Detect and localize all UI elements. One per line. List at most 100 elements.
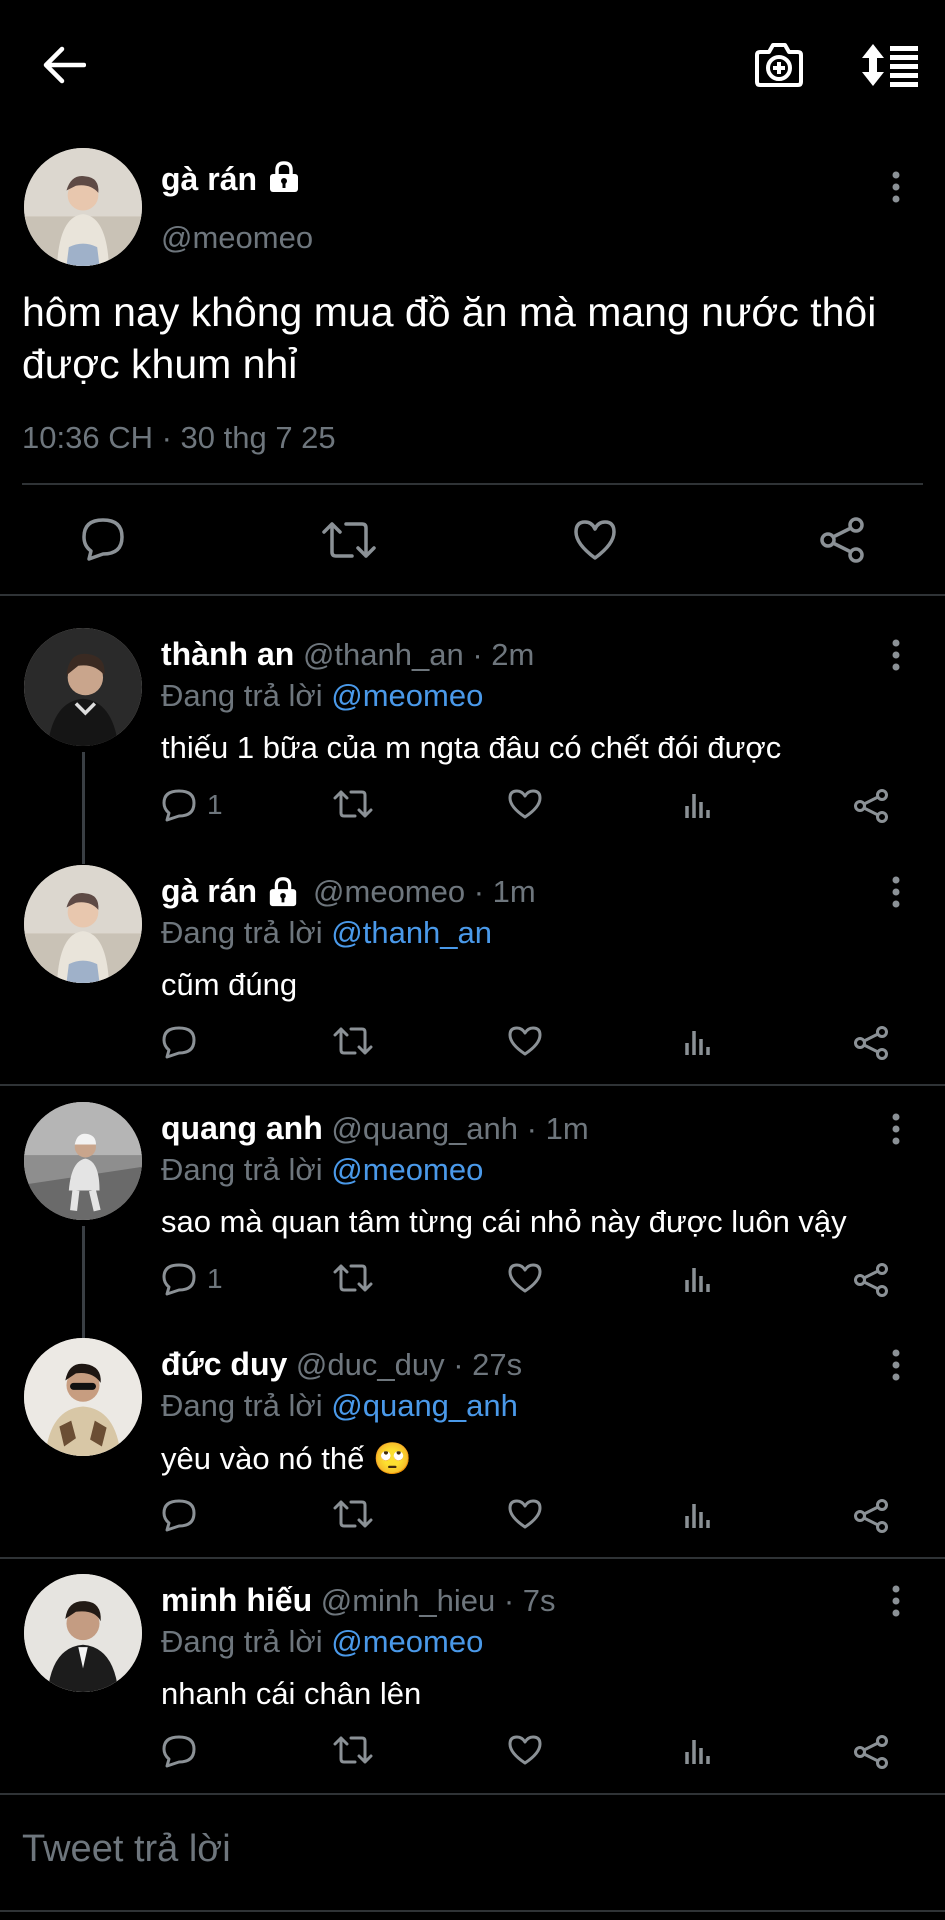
like-icon[interactable] bbox=[507, 1498, 543, 1530]
analytics-icon[interactable] bbox=[683, 1734, 713, 1766]
lock-icon bbox=[267, 160, 301, 199]
replying-to-link[interactable]: @meomeo bbox=[331, 678, 483, 713]
more-options-icon[interactable] bbox=[890, 1584, 902, 1623]
more-options-icon[interactable] bbox=[890, 875, 902, 914]
reply-author-name[interactable]: đức duy bbox=[161, 1346, 287, 1382]
replying-to-line: Đang trả lời @meomeo bbox=[161, 1152, 483, 1188]
avatar-person-image bbox=[24, 628, 142, 746]
replying-to-link[interactable]: @meomeo bbox=[331, 1624, 483, 1659]
more-options-icon[interactable] bbox=[890, 170, 902, 209]
author-handle[interactable]: @meomeo bbox=[161, 220, 313, 256]
retweet-icon[interactable] bbox=[322, 518, 376, 567]
share-icon[interactable] bbox=[853, 1025, 889, 1061]
replying-to-line: Đang trả lời @quang_anh bbox=[161, 1388, 518, 1424]
avatar-person-image bbox=[24, 1102, 142, 1220]
reply-icon bbox=[162, 1499, 196, 1532]
reply-icon[interactable] bbox=[80, 516, 126, 567]
retweet-icon[interactable] bbox=[333, 1262, 373, 1294]
reply-input[interactable] bbox=[20, 1823, 924, 1875]
reply-author-name[interactable]: thành an bbox=[161, 636, 294, 672]
tweet-text-line: hôm nay không mua đồ ăn mà mang nước thô… bbox=[22, 289, 877, 335]
replying-to-line: Đang trả lời @thanh_an bbox=[161, 915, 492, 951]
avatar-person-image bbox=[24, 148, 142, 266]
divider bbox=[0, 1910, 945, 1912]
reply-icon bbox=[162, 789, 196, 822]
reply-actions: 1 bbox=[161, 1262, 891, 1302]
camera-add-icon[interactable] bbox=[754, 42, 804, 93]
replying-to-line: Đang trả lời @meomeo bbox=[161, 1624, 483, 1660]
reply-author-name[interactable]: quang anh bbox=[161, 1110, 323, 1146]
replying-to-link[interactable]: @thanh_an bbox=[331, 915, 492, 950]
avatar-person-image bbox=[24, 1574, 142, 1692]
reply-count: 1 bbox=[207, 1263, 223, 1294]
divider bbox=[22, 483, 923, 485]
more-options-icon[interactable] bbox=[890, 1348, 902, 1387]
reply-header: minh hiếu @minh_hieu · 7s bbox=[161, 1582, 556, 1619]
author-name[interactable]: gà rán bbox=[161, 161, 257, 198]
divider bbox=[0, 1084, 945, 1086]
avatar-person-image bbox=[24, 1338, 142, 1456]
tweet-text-line: được khum nhỉ bbox=[22, 341, 298, 387]
retweet-icon[interactable] bbox=[333, 1498, 373, 1530]
reply-header: thành an @thanh_an · 2m bbox=[161, 636, 534, 673]
like-icon[interactable] bbox=[507, 1734, 543, 1766]
share-icon[interactable] bbox=[853, 1262, 889, 1298]
thread-line bbox=[82, 752, 85, 864]
analytics-icon[interactable] bbox=[683, 1025, 713, 1057]
reply-button[interactable] bbox=[161, 1025, 207, 1059]
retweet-icon[interactable] bbox=[333, 1734, 373, 1766]
replying-to-line: Đang trả lời @meomeo bbox=[161, 678, 483, 714]
avatar[interactable] bbox=[24, 865, 142, 983]
avatar[interactable] bbox=[24, 148, 142, 266]
reply-button[interactable]: 1 bbox=[161, 788, 223, 822]
top-bar bbox=[0, 0, 945, 130]
avatar[interactable] bbox=[24, 1338, 142, 1456]
replying-to-prefix: Đang trả lời bbox=[161, 915, 323, 950]
retweet-icon[interactable] bbox=[333, 1025, 373, 1057]
retweet-icon[interactable] bbox=[333, 788, 373, 820]
more-options-icon[interactable] bbox=[890, 638, 902, 677]
reply-author-meta[interactable]: @duc_duy · 27s bbox=[296, 1347, 522, 1382]
tweet-timestamp: 10:36 CH · 30 thg 7 25 bbox=[22, 420, 336, 455]
reply-button[interactable] bbox=[161, 1498, 207, 1532]
reply-actions bbox=[161, 1734, 891, 1774]
reply-icon bbox=[162, 1026, 196, 1059]
reply-author-meta[interactable]: @minh_hieu · 7s bbox=[321, 1583, 556, 1618]
like-icon[interactable] bbox=[507, 1025, 543, 1057]
avatar[interactable] bbox=[24, 1102, 142, 1220]
reply-author-name[interactable]: gà rán bbox=[161, 873, 257, 910]
avatar[interactable] bbox=[24, 628, 142, 746]
analytics-icon[interactable] bbox=[683, 788, 713, 820]
share-icon[interactable] bbox=[853, 788, 889, 824]
analytics-icon[interactable] bbox=[683, 1498, 713, 1530]
replying-to-link[interactable]: @meomeo bbox=[331, 1152, 483, 1187]
more-options-icon[interactable] bbox=[890, 1112, 902, 1151]
reply-author-name[interactable]: minh hiếu bbox=[161, 1582, 312, 1618]
reply-header: quang anh @quang_anh · 1m bbox=[161, 1110, 589, 1147]
like-icon[interactable] bbox=[507, 1262, 543, 1294]
replying-to-link[interactable]: @quang_anh bbox=[331, 1388, 518, 1423]
share-icon[interactable] bbox=[818, 516, 866, 569]
lock-icon bbox=[267, 876, 299, 908]
sort-list-icon[interactable] bbox=[860, 42, 920, 93]
avatar[interactable] bbox=[24, 1574, 142, 1692]
reply-author-meta[interactable]: @thanh_an · 2m bbox=[303, 637, 534, 672]
replying-to-prefix: Đang trả lời bbox=[161, 1388, 323, 1423]
reply-actions bbox=[161, 1498, 891, 1538]
reply-count: 1 bbox=[207, 789, 223, 820]
reply-button[interactable] bbox=[161, 1734, 207, 1768]
arrow-left-icon[interactable] bbox=[42, 45, 87, 90]
reply-author-meta[interactable]: @meomeo · 1m bbox=[313, 874, 536, 910]
tweet-text: hôm nay không mua đồ ăn mà mang nước thô… bbox=[22, 286, 876, 390]
reply-button[interactable]: 1 bbox=[161, 1262, 223, 1296]
reply-text: thiếu 1 bữa của m ngta đâu có chết đói đ… bbox=[161, 730, 782, 765]
reply-author-meta[interactable]: @quang_anh · 1m bbox=[331, 1111, 588, 1146]
share-icon[interactable] bbox=[853, 1734, 889, 1770]
reply-actions bbox=[161, 1025, 891, 1065]
reply-icon bbox=[162, 1735, 196, 1768]
share-icon[interactable] bbox=[853, 1498, 889, 1534]
like-icon[interactable] bbox=[507, 788, 543, 820]
reply-text: sao mà quan tâm từng cái nhỏ này được lu… bbox=[161, 1204, 847, 1239]
analytics-icon[interactable] bbox=[683, 1262, 713, 1294]
like-icon[interactable] bbox=[572, 518, 618, 567]
